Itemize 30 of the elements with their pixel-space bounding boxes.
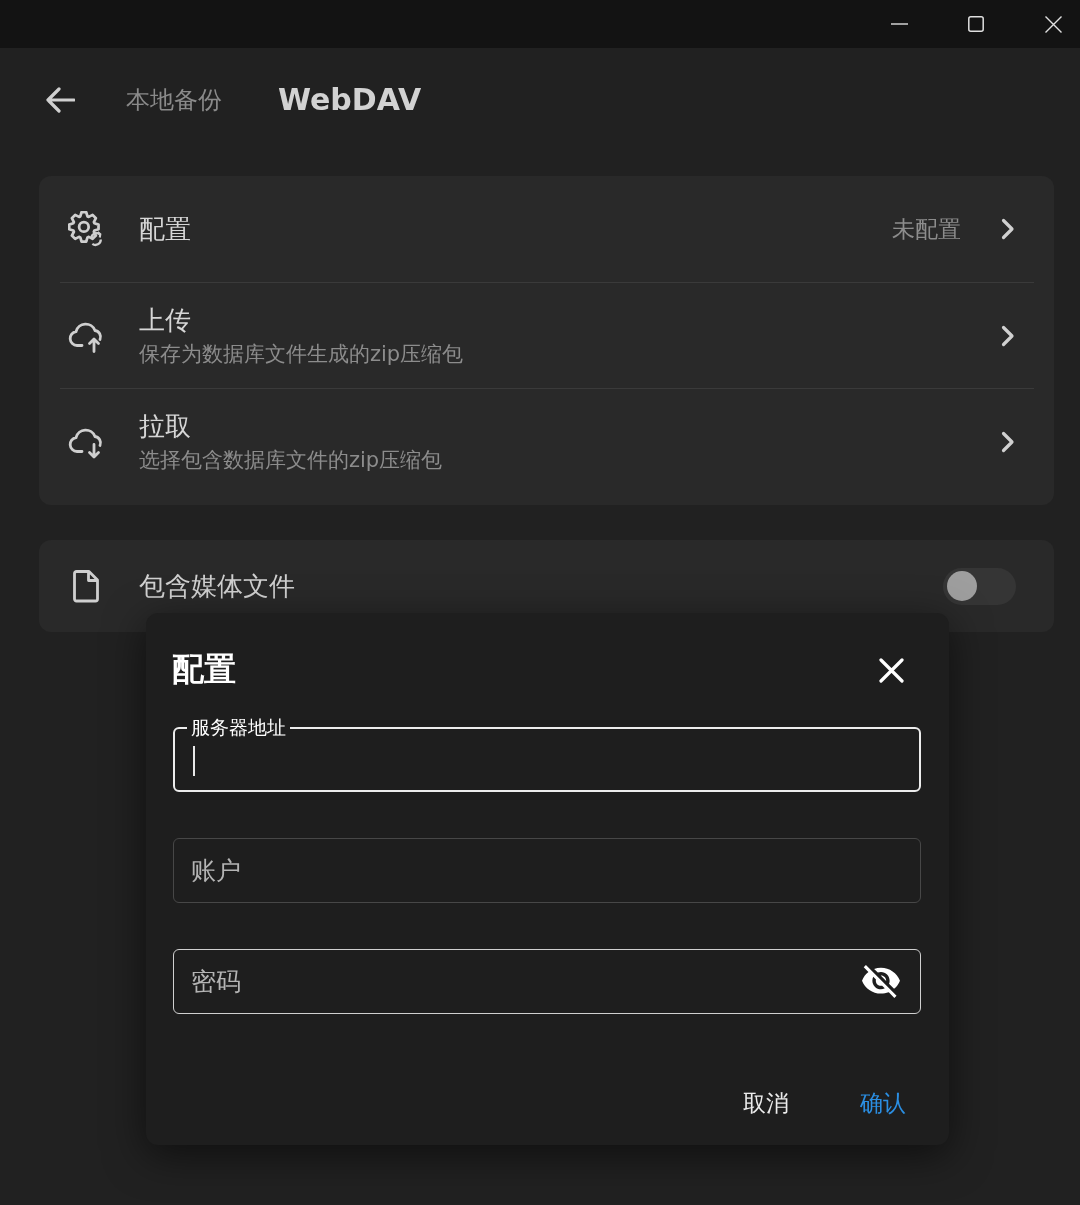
- toggle-switch[interactable]: [943, 567, 1016, 605]
- row-value: 未配置: [892, 214, 961, 244]
- chevron-right-icon: [1001, 430, 1015, 453]
- cancel-button[interactable]: 取消: [728, 1079, 804, 1127]
- input-field[interactable]: 账户: [173, 838, 921, 903]
- row-title[interactable]: 配置: [139, 213, 191, 245]
- dialog-title: 配置: [172, 649, 236, 690]
- gear-icon: [68, 211, 104, 247]
- chevron-right-icon: [1001, 324, 1015, 347]
- field-label: 密码: [191, 966, 242, 998]
- field-label: 账户: [191, 855, 242, 887]
- eye-slash-icon[interactable]: [862, 965, 900, 998]
- confirm-button[interactable]: 确认: [845, 1079, 921, 1127]
- back-button[interactable]: [45, 87, 75, 113]
- row-title[interactable]: 上传: [139, 303, 191, 336]
- tab[interactable]: 本地备份: [126, 82, 222, 118]
- text-cursor-icon: [193, 745, 195, 776]
- row-subtitle: 选择包含数据库文件的zip压缩包: [139, 446, 443, 474]
- minimize-icon: [890, 23, 908, 25]
- close-icon[interactable]: [879, 657, 904, 683]
- close-icon: [1044, 15, 1062, 33]
- back-arrow-icon: [45, 87, 75, 113]
- maximize-icon: [968, 16, 984, 32]
- input-field[interactable]: 密码: [173, 949, 921, 1014]
- row-subtitle: 保存为数据库文件生成的zip压缩包: [139, 340, 464, 368]
- row-title[interactable]: 拉取: [139, 409, 191, 442]
- setting-label: 包含媒体文件: [139, 569, 296, 603]
- chevron-right-icon: [1001, 218, 1015, 240]
- tab[interactable]: WebDAV: [278, 82, 422, 118]
- field-label: 服务器地址: [187, 716, 290, 738]
